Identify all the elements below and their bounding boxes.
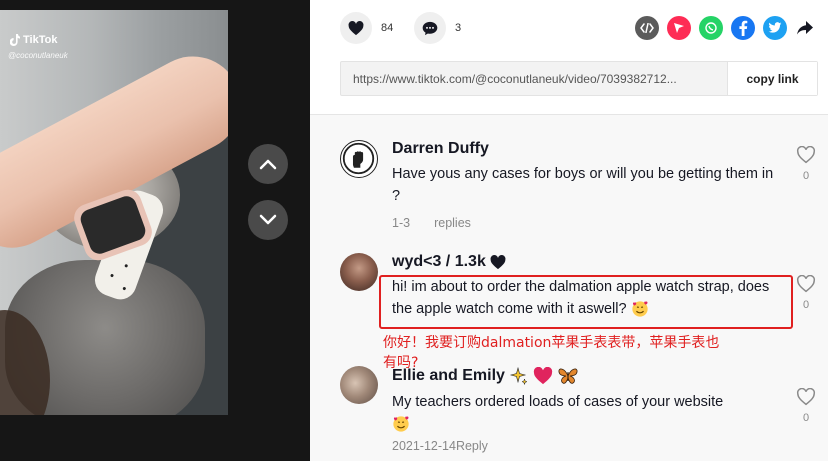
- chevron-down-icon: [259, 214, 277, 225]
- comment-count: 3: [455, 22, 462, 34]
- comment-author[interactable]: Darren Duffy: [392, 140, 782, 158]
- share-arrow-icon[interactable]: [795, 18, 815, 38]
- whatsapp-icon[interactable]: [699, 16, 723, 40]
- comment-like-count: 0: [802, 412, 810, 424]
- highlight-box: [379, 275, 793, 329]
- next-video-button[interactable]: [248, 200, 288, 240]
- comment-text: Have yous any cases for boys or will you…: [392, 166, 774, 204]
- heart-icon: [348, 20, 364, 35]
- black-heart-icon: [490, 254, 506, 269]
- comment-like-button[interactable]: 0: [794, 275, 818, 311]
- watermark-handle: @coconutlaneuk: [8, 51, 68, 60]
- heart-outline-icon: [797, 146, 815, 164]
- comment-like-button[interactable]: 0: [794, 146, 818, 182]
- comment-icon: [422, 21, 438, 35]
- share-link-box: https://www.tiktok.com/@coconutlaneuk/vi…: [340, 61, 818, 96]
- heart-outline-icon: [797, 388, 815, 406]
- facebook-icon[interactable]: [731, 16, 755, 40]
- video-panel: TikTok @coconutlaneuk: [0, 0, 310, 461]
- twitter-icon[interactable]: [763, 16, 787, 40]
- comment-author[interactable]: wyd<3 / 1.3k: [392, 253, 486, 271]
- engagement-stats: 84 3: [340, 12, 485, 44]
- tiktok-logo-icon: [10, 34, 20, 46]
- previous-video-button[interactable]: [248, 144, 288, 184]
- view-replies-link[interactable]: replies: [434, 216, 471, 230]
- comment-date: 1-3: [392, 216, 411, 230]
- avatar[interactable]: [340, 140, 378, 178]
- details-panel: 84 3 https://www.tiktok.com/@coconutlane…: [310, 0, 828, 461]
- share-bar: [635, 16, 815, 40]
- reply-button[interactable]: Reply: [456, 439, 488, 453]
- chevron-up-icon: [259, 159, 277, 170]
- comment-like-button[interactable]: 0: [794, 388, 818, 424]
- share-link-url[interactable]: https://www.tiktok.com/@coconutlaneuk/vi…: [341, 62, 727, 95]
- like-count: 84: [381, 22, 394, 34]
- video-player[interactable]: TikTok @coconutlaneuk: [0, 10, 228, 415]
- avatar[interactable]: [340, 253, 378, 291]
- comment-like-count: 0: [802, 299, 810, 311]
- copy-link-button[interactable]: copy link: [727, 62, 817, 95]
- like-video-button[interactable]: [340, 12, 372, 44]
- heart-outline-icon: [797, 275, 815, 293]
- comment-like-count: 0: [802, 170, 810, 182]
- translation-annotation: 你好！我要订购dalmation苹果手表表带，苹果手表也有吗?: [383, 335, 720, 371]
- tiktok-watermark: TikTok: [10, 34, 57, 46]
- comment-button[interactable]: [414, 12, 446, 44]
- smiling-hearts-emoji-icon: [393, 416, 409, 432]
- send-icon[interactable]: [667, 16, 691, 40]
- raised-fist-icon: [342, 142, 375, 175]
- embed-icon[interactable]: [635, 16, 659, 40]
- avatar[interactable]: [340, 366, 378, 404]
- comment-date: 2021-12-14: [392, 439, 456, 453]
- comment-text: My teachers ordered loads of cases of yo…: [392, 394, 724, 410]
- tiktok-page: TikTok @coconutlaneuk 84 3 https://www.t…: [0, 0, 828, 461]
